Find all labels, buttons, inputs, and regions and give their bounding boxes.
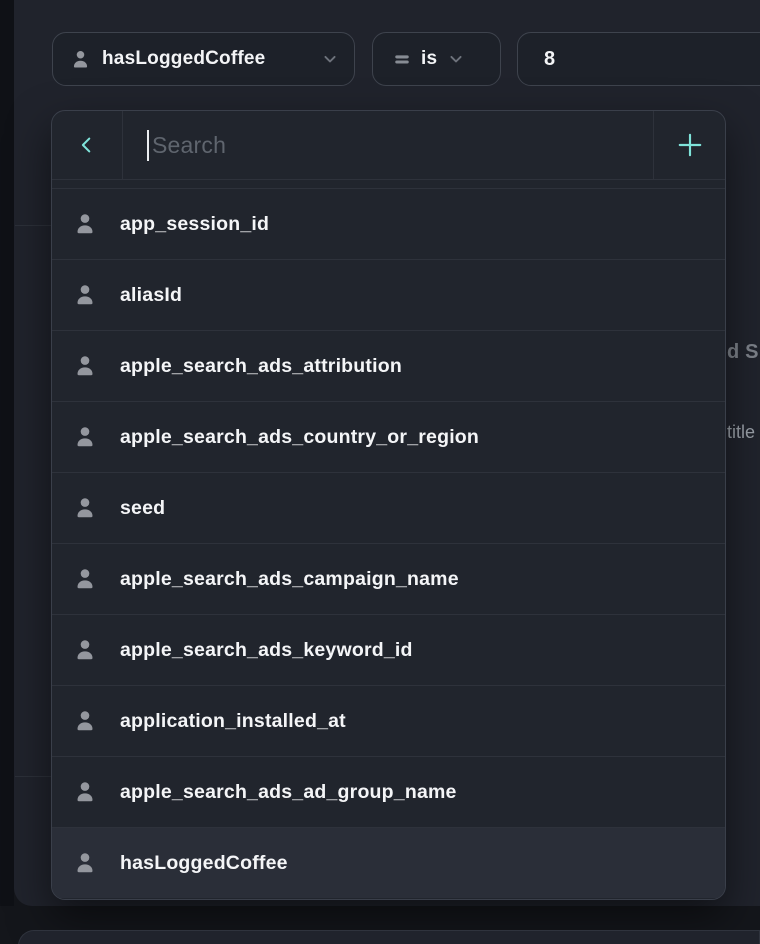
user-icon <box>73 851 97 875</box>
user-icon <box>73 496 97 520</box>
user-icon <box>73 212 97 236</box>
user-icon <box>73 425 97 449</box>
property-name: hasLoggedCoffee <box>120 852 288 875</box>
user-icon <box>73 638 97 662</box>
user-icon <box>73 780 97 804</box>
text-caret <box>147 130 149 161</box>
property-name: aliasId <box>120 284 182 307</box>
user-icon <box>70 49 91 70</box>
equals-icon <box>393 50 411 68</box>
back-button[interactable] <box>52 111 123 179</box>
background-text-fragment-bottom: title <box>727 422 760 443</box>
value-text: 8 <box>544 48 555 71</box>
background-text-fragment-top: d S <box>727 341 760 364</box>
property-name: apple_search_ads_keyword_id <box>120 639 413 662</box>
operator-pill-label: is <box>421 48 437 70</box>
card-section-divider <box>15 225 51 226</box>
chevron-left-icon <box>76 134 98 156</box>
chevron-down-icon <box>320 49 340 69</box>
property-list-item[interactable]: apple_search_ads_keyword_id <box>52 614 725 685</box>
card-section-divider <box>15 776 51 777</box>
property-name: apple_search_ads_ad_group_name <box>120 781 457 804</box>
property-list-item[interactable]: seed <box>52 472 725 543</box>
property-pill-label: hasLoggedCoffee <box>102 48 265 70</box>
property-name: apple_search_ads_campaign_name <box>120 568 459 591</box>
property-list-item[interactable]: aliasId <box>52 259 725 330</box>
next-section-card <box>18 930 760 944</box>
property-list: app_session_id aliasId <box>52 188 725 899</box>
property-name: apple_search_ads_attribution <box>120 355 402 378</box>
property-name: apple_search_ads_country_or_region <box>120 426 479 449</box>
user-icon <box>73 709 97 733</box>
property-list-item[interactable]: hasLoggedCoffee <box>52 827 725 898</box>
add-property-button[interactable] <box>653 111 725 179</box>
chevron-down-icon <box>446 49 466 69</box>
search-field-wrap <box>123 111 653 179</box>
user-icon <box>73 283 97 307</box>
property-filter-pill[interactable]: hasLoggedCoffee <box>52 32 355 86</box>
left-gutter <box>0 0 14 906</box>
plus-icon <box>676 131 704 159</box>
property-list-item[interactable]: app_session_id <box>52 188 725 259</box>
property-list-item[interactable]: apple_search_ads_country_or_region <box>52 401 725 472</box>
value-filter-pill[interactable]: 8 <box>517 32 760 86</box>
user-icon <box>73 567 97 591</box>
property-list-item[interactable]: apple_search_ads_ad_group_name <box>52 756 725 827</box>
operator-filter-pill[interactable]: is <box>372 32 501 86</box>
property-list-item[interactable]: application_installed_at <box>52 685 725 756</box>
property-dropdown: app_session_id aliasId <box>51 110 726 900</box>
property-list-item[interactable]: apple_search_ads_attribution <box>52 330 725 401</box>
property-name: application_installed_at <box>120 710 346 733</box>
search-input[interactable] <box>123 111 653 179</box>
list-top-spacer <box>52 180 725 188</box>
property-name: app_session_id <box>120 213 269 236</box>
property-list-item[interactable]: apple_search_ads_campaign_name <box>52 543 725 614</box>
user-icon <box>73 354 97 378</box>
property-name: seed <box>120 497 165 520</box>
screen: d S title hasLoggedCoffee is <box>0 0 760 944</box>
dropdown-header <box>52 111 725 180</box>
